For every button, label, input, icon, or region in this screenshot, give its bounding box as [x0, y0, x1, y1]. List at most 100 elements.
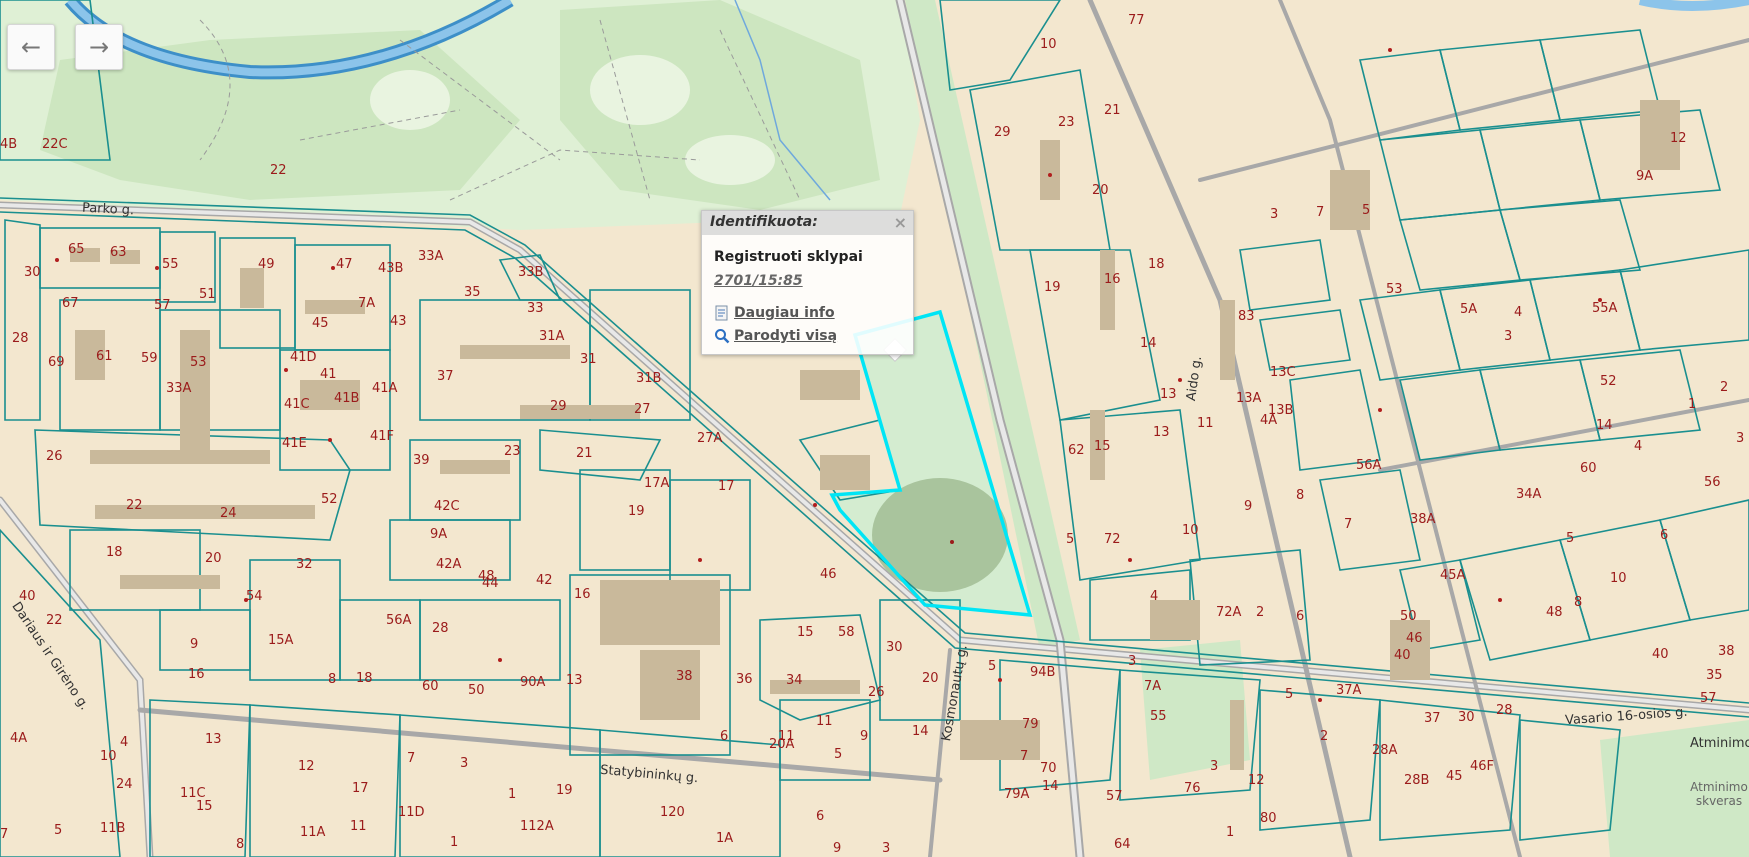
parcel-label: 5 — [1566, 531, 1575, 546]
parcel-label: 47 — [336, 257, 353, 272]
parcel-label: 12 — [1670, 131, 1687, 146]
parcel-label: 11D — [398, 805, 425, 820]
parcel-label: 5A — [1460, 302, 1478, 317]
parcel-label: 14 — [1140, 336, 1157, 351]
parcel-label: 9 — [1244, 499, 1253, 514]
parcel-label: 9 — [833, 841, 842, 856]
parcel-label: 3 — [1210, 759, 1219, 774]
parcel-label: 12 — [298, 759, 315, 774]
parcel-label: 6 — [1660, 528, 1669, 543]
parcel-label: 4 — [1514, 305, 1523, 320]
parcel-label: 40 — [19, 589, 36, 604]
parcel-label: 6 — [816, 809, 825, 824]
parcel-label: 3 — [1736, 431, 1745, 446]
parcel-label: 7 — [0, 827, 9, 842]
parcel-label: 37A — [1336, 683, 1362, 698]
close-icon[interactable]: × — [894, 213, 907, 232]
parcel-label: 38 — [676, 669, 693, 684]
parcel-label: 76 — [1184, 781, 1201, 796]
parcel-label: 5 — [834, 747, 843, 762]
parcel-label: 60 — [1580, 461, 1597, 476]
popup-title: Identifikuota: — [710, 214, 818, 230]
parcel-label: 23 — [504, 444, 521, 459]
parcel-label: 11 — [1197, 416, 1214, 431]
parcel-label: 7 — [1020, 749, 1029, 764]
parcel-label: 28 — [12, 331, 29, 346]
back-button[interactable]: ← — [7, 24, 55, 70]
parcel-label: 22 — [46, 613, 63, 628]
parcel-label: 19 — [628, 504, 645, 519]
parcel-label: 8 — [236, 837, 245, 852]
parcel-label: 51 — [199, 287, 216, 302]
parcel-label: 44 — [482, 576, 499, 591]
parcel-label: 59 — [141, 351, 158, 366]
layer-name: Registruoti sklypai — [714, 249, 863, 265]
parcel-label: 3 — [460, 756, 469, 771]
parcel-label: 41B — [334, 391, 360, 406]
parcel-label: 60 — [422, 679, 439, 694]
parcel-label: 8 — [1296, 488, 1305, 503]
parcel-label: 21 — [576, 446, 593, 461]
parcel-label: 4B — [0, 137, 18, 152]
parcel-label: 56 — [1704, 475, 1721, 490]
parcel-centroid — [950, 540, 954, 544]
parcel-label: 45 — [1446, 769, 1463, 784]
parcel-label: 37 — [437, 369, 454, 384]
parcel-label: 13 — [1153, 425, 1170, 440]
parcel-label: 3 — [1504, 329, 1513, 344]
parcel-label: 30 — [886, 640, 903, 655]
parcel-label: 17A — [644, 476, 670, 491]
parcel-label: 5 — [1066, 532, 1075, 547]
more-info-link[interactable]: Daugiau info — [714, 305, 835, 321]
parcel-label: 13 — [205, 732, 222, 747]
parcel-label: 10 — [1040, 37, 1057, 52]
parcel-label: 20 — [1092, 183, 1109, 198]
parcel-label: 20 — [205, 551, 222, 566]
parcel-label: 4A — [1260, 413, 1278, 428]
parcel-label: 45A — [1440, 568, 1466, 583]
parcel-label: 9A — [430, 527, 448, 542]
parcel-label: 14 — [1596, 418, 1613, 433]
parcel-label: 41E — [282, 436, 307, 451]
parcel-label: 7 — [407, 751, 416, 766]
parcel-label: 37 — [1424, 711, 1441, 726]
parcel-label: 15A — [268, 633, 294, 648]
parcel-label: 20 — [922, 671, 939, 686]
parcel-label: 42A — [436, 557, 462, 572]
parcel-label: 28 — [432, 621, 449, 636]
parcel-label: 1 — [1688, 397, 1697, 412]
parcel-label: 48 — [1546, 605, 1563, 620]
parcel-label: 61 — [96, 349, 113, 364]
parcel-label: 67 — [62, 296, 79, 311]
parcel-label: 30 — [24, 265, 41, 280]
parcel-label: 38A — [1410, 512, 1436, 527]
forward-button[interactable]: → — [75, 24, 123, 70]
parcel-label: 27 — [634, 402, 651, 417]
parcel-label: 18 — [106, 545, 123, 560]
parcel-label: 13A — [1236, 391, 1262, 406]
parcel-label: 15 — [1094, 439, 1111, 454]
parcel-label: 26 — [46, 449, 63, 464]
parcel-label: 56A — [1356, 458, 1382, 473]
parcel-label: 83 — [1238, 309, 1255, 324]
parcel-label: 64 — [1114, 837, 1131, 852]
park-patch — [590, 55, 690, 125]
parcel-label: 45 — [312, 316, 329, 331]
parcel-label: 14 — [912, 724, 929, 739]
show-all-link[interactable]: Parodyti visą — [714, 328, 837, 344]
parcel-label: 11A — [300, 825, 326, 840]
parcel-label: 41F — [370, 429, 395, 444]
cadastral-map[interactable] — [0, 0, 1749, 857]
parcel-label: 120 — [660, 805, 685, 820]
parcel-label: 33A — [166, 381, 192, 396]
parcel-label: 33B — [518, 265, 544, 280]
parcel-id-link[interactable]: 2701/15:85 — [714, 273, 803, 289]
parcel-label: 16 — [574, 587, 591, 602]
parcel-label: 52 — [321, 492, 338, 507]
parcel-label: 10 — [1610, 571, 1627, 586]
parcel-label: 10 — [100, 749, 117, 764]
parcel-label: 1A — [716, 831, 734, 846]
parcel-label: 43 — [390, 314, 407, 329]
parcel-label: 53 — [1386, 282, 1403, 297]
parcel-label: 24 — [116, 777, 133, 792]
